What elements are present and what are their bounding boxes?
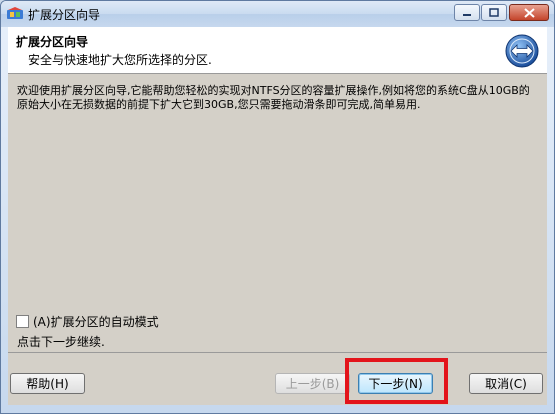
wizard-footer: 帮助(H) 上一步(B) 下一步(N) 取消(C) (8, 353, 547, 405)
auto-mode-label: (A)扩展分区的自动模式 (33, 315, 159, 329)
back-button[interactable]: 上一步(B) (275, 373, 350, 394)
wizard-body: 欢迎使用扩展分区向导,它能帮助您轻松的实现对NTFS分区的容量扩展操作,例如将您… (8, 74, 547, 352)
minimize-button[interactable] (454, 4, 480, 21)
help-button[interactable]: 帮助(H) (10, 373, 85, 394)
wizard-window: 扩展分区向导 扩展分区向导 安全与快速地扩大您所选择的分区. 欢迎使用扩展分区向… (0, 0, 555, 414)
maximize-button[interactable] (481, 4, 507, 21)
close-button[interactable] (509, 4, 549, 21)
minimize-icon (463, 13, 471, 16)
close-icon (523, 7, 535, 18)
header-title: 扩展分区向导 (16, 35, 89, 49)
maximize-icon (489, 8, 499, 17)
extend-arrows-logo-icon (505, 34, 539, 68)
next-button-highlight (345, 358, 448, 404)
partition-app-icon (7, 7, 23, 19)
window-title: 扩展分区向导 (28, 8, 101, 22)
wizard-description: 欢迎使用扩展分区向导,它能帮助您轻松的实现对NTFS分区的容量扩展操作,例如将您… (17, 84, 530, 111)
continue-hint: 点击下一步继续. (17, 335, 105, 349)
title-bar[interactable]: 扩展分区向导 (1, 1, 554, 27)
wizard-header: 扩展分区向导 安全与快速地扩大您所选择的分区. (8, 27, 547, 73)
auto-mode-checkbox[interactable] (16, 315, 29, 328)
cancel-button[interactable]: 取消(C) (469, 373, 543, 394)
header-subtitle: 安全与快速地扩大您所选择的分区. (28, 53, 212, 67)
auto-mode-checkbox-row[interactable]: (A)扩展分区的自动模式 (16, 313, 159, 330)
